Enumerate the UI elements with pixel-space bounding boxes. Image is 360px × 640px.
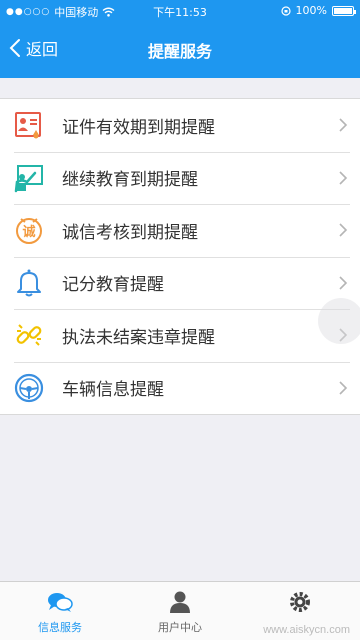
lock-rotation-icon (280, 5, 291, 16)
teacher-board-icon (13, 162, 45, 194)
reminder-list: 证件有效期到期提醒 继续教育到期提醒 诚 诚信考核到期提醒 记分教育提醒 执法未… (0, 98, 360, 415)
chat-bubbles-icon (48, 593, 73, 612)
battery-percent: 100% (295, 4, 327, 17)
steering-wheel-icon (13, 372, 45, 404)
chevron-right-icon (339, 171, 348, 185)
status-bar: ●●○○○ 中国移动 下午11:53 100% (0, 0, 360, 22)
watermark-text: www.aiskycn.com (263, 624, 350, 636)
chevron-right-icon (339, 118, 348, 132)
bottom-tab-bar: 信息服务 用户中心 www.aiskycn.com (0, 581, 360, 640)
chevron-right-icon (339, 276, 348, 290)
tab-user-center[interactable]: 用户中心 (120, 582, 240, 640)
gear-icon (290, 592, 310, 612)
tab-info-service[interactable]: 信息服务 (0, 582, 120, 640)
list-item-integrity-assessment[interactable]: 诚 诚信考核到期提醒 (0, 204, 360, 257)
header-bar: ●●○○○ 中国移动 下午11:53 100% 返回 提醒服务 (0, 0, 360, 78)
list-item-label: 车辆信息提醒 (62, 380, 164, 401)
list-item-label: 记分教育提醒 (62, 275, 164, 296)
broken-link-icon (13, 319, 45, 351)
list-item-points-education[interactable]: 记分教育提醒 (0, 256, 360, 310)
list-item-enforcement-violation[interactable]: 执法未结案违章提醒 (0, 309, 360, 362)
integrity-badge-icon: 诚 (13, 214, 45, 246)
list-item-label: 诚信考核到期提醒 (62, 222, 198, 243)
list-item-vehicle-info[interactable]: 车辆信息提醒 (0, 361, 360, 415)
battery-icon (332, 5, 356, 16)
page-title: 提醒服务 (147, 42, 212, 61)
list-item-label: 执法未结案违章提醒 (62, 327, 215, 348)
certificate-icon (13, 109, 45, 141)
user-icon (170, 591, 190, 613)
tab-label: 信息服务 (38, 621, 82, 634)
chevron-right-icon (339, 381, 348, 395)
bell-icon (13, 267, 45, 299)
floating-assistive-button[interactable] (318, 298, 360, 344)
list-item-label: 证件有效期到期提醒 (62, 117, 215, 138)
tab-label: 用户中心 (158, 621, 202, 634)
list-item-continuing-education[interactable]: 继续教育到期提醒 (0, 151, 360, 205)
nav-bar: 返回 提醒服务 (0, 22, 360, 78)
list-item-certificate-expiry[interactable]: 证件有效期到期提醒 (0, 99, 360, 152)
svg-text:诚: 诚 (22, 224, 35, 240)
list-item-label: 继续教育到期提醒 (62, 170, 198, 191)
chevron-right-icon (339, 223, 348, 237)
